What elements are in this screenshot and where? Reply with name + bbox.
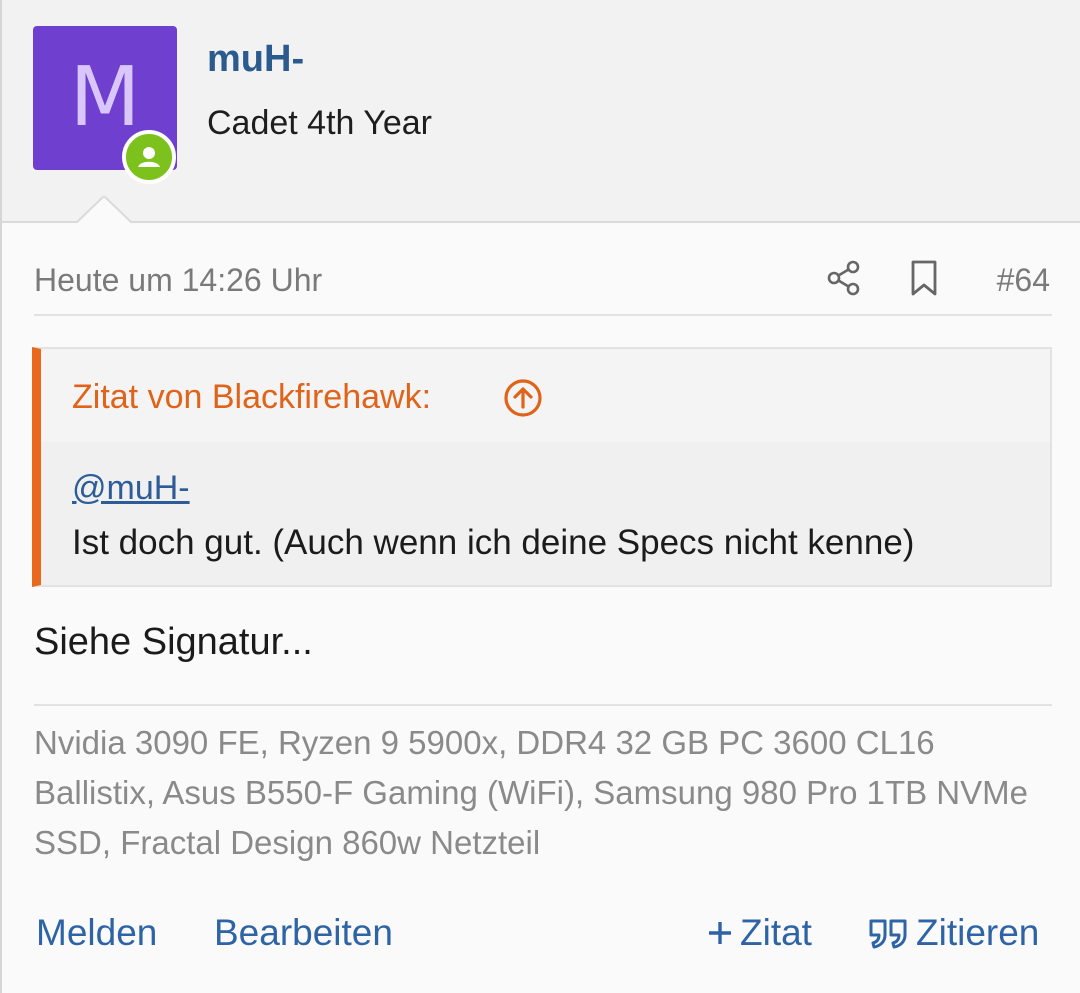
edit-button[interactable]: Bearbeiten [214, 912, 393, 954]
user-rank-title: Cadet 4th Year [207, 104, 432, 142]
quote-marks-icon [868, 917, 910, 949]
multiquote-label: Zitat [740, 912, 812, 953]
quote-label: Zitieren [916, 912, 1040, 953]
plus-icon [706, 919, 734, 947]
quote-text: Ist doch gut. (Auch wenn ich deine Specs… [72, 523, 915, 562]
signature-divider [34, 704, 1052, 706]
post-user-header: M muH- Cadet 4th Year [2, 0, 1080, 223]
post-date[interactable]: Heute um 14:26 Uhr [34, 262, 322, 299]
quote-button[interactable]: Zitieren [868, 912, 1039, 954]
post-body: Siehe Signatur... [34, 621, 313, 663]
share-icon[interactable] [824, 258, 864, 298]
forum-post: M muH- Cadet 4th Year Heute um 14:26 Uhr [0, 0, 1080, 993]
quote-block: Zitat von Blackfirehawk: @muH- Ist doch … [32, 347, 1052, 587]
quote-author[interactable]: Zitat von Blackfirehawk: [72, 378, 431, 417]
user-mention-link[interactable]: @muH- [72, 469, 190, 508]
report-label: Melden [36, 912, 158, 953]
multiquote-button[interactable]: Zitat [706, 912, 812, 954]
username-link[interactable]: muH- [207, 38, 304, 81]
signature: Nvidia 3090 FE, Ryzen 9 5900x, DDR4 32 G… [34, 724, 1028, 861]
post-number-link[interactable]: #64 [997, 262, 1050, 299]
online-status-icon [122, 130, 176, 184]
bookmark-icon[interactable] [904, 258, 944, 298]
divider [34, 314, 1052, 316]
report-button[interactable]: Melden [36, 912, 157, 954]
arrow-up-circle-icon[interactable] [503, 378, 543, 418]
avatar-letter: M [69, 50, 141, 145]
edit-label: Bearbeiten [214, 912, 393, 953]
